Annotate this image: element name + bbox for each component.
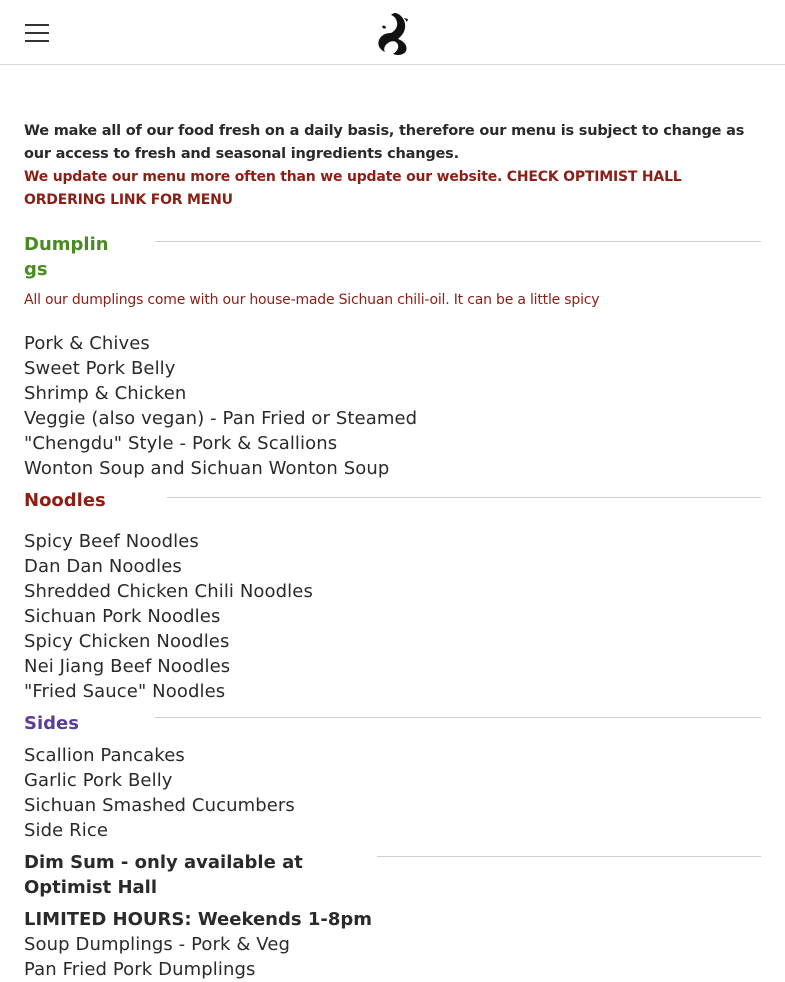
menu-item: Sweet Pork Belly: [24, 358, 176, 379]
section-divider: [155, 717, 761, 718]
hamburger-menu-icon[interactable]: [25, 24, 49, 42]
dimsum-list: Soup Dumplings - Pork & Veg Pan Fried Po…: [24, 932, 761, 982]
dumplings-note: All our dumplings come with our house-ma…: [24, 292, 600, 308]
dumplings-section-header: Dumplings: [24, 232, 761, 282]
sides-section-header: Sides: [24, 711, 761, 736]
menu-item: Spicy Chicken Noodles: [24, 631, 230, 652]
menu-item: Garlic Pork Belly: [24, 770, 173, 791]
menu-item: Pan Fried Pork Dumplings: [24, 959, 256, 980]
section-title-sides: Sides: [24, 713, 79, 734]
menu-item: Nei Jiang Beef Noodles: [24, 656, 231, 677]
restaurant-logo-icon[interactable]: [374, 10, 412, 56]
section-title-dumplings: Dumplings: [24, 234, 109, 280]
section-title-dimsum: Dim Sum - only available at Optimist Hal…: [24, 852, 303, 898]
menu-item: Wonton Soup and Sichuan Wonton Soup: [24, 458, 390, 479]
dimsum-section-header: Dim Sum - only available at Optimist Hal…: [24, 850, 761, 900]
noodles-section-header: Noodles: [24, 488, 761, 513]
menu-item: Pork & Chives: [24, 333, 150, 354]
menu-item: Side Rice: [24, 820, 109, 841]
menu-item: "Fried Sauce" Noodles: [24, 681, 226, 702]
section-divider: [155, 241, 761, 242]
site-header: [0, 0, 785, 65]
menu-item: Dan Dan Noodles: [24, 556, 182, 577]
menu-item: Shredded Chicken Chili Noodles: [24, 581, 313, 602]
menu-item: Soup Dumplings - Pork & Veg: [24, 934, 291, 955]
menu-item: Sichuan Pork Noodles: [24, 606, 221, 627]
menu-content: We make all of our food fresh on a daily…: [24, 120, 761, 982]
noodles-list: Spicy Beef Noodles Dan Dan Noodles Shred…: [24, 529, 761, 704]
dumplings-list: Pork & Chives Sweet Pork Belly Shrimp & …: [24, 331, 761, 481]
menu-item: Shrimp & Chicken: [24, 383, 187, 404]
menu-item: Scallion Pancakes: [24, 745, 185, 766]
sides-list: Scallion Pancakes Garlic Pork Belly Sich…: [24, 743, 761, 843]
section-divider: [167, 497, 761, 498]
menu-item: "Chengdu" Style - Pork & Scallions: [24, 433, 338, 454]
intro-text: We make all of our food fresh on a daily…: [24, 123, 745, 162]
menu-item: Sichuan Smashed Cucumbers: [24, 795, 295, 816]
section-divider: [377, 856, 761, 857]
section-title-noodles: Noodles: [24, 490, 106, 511]
dimsum-hours: LIMITED HOURS: Weekends 1-8pm: [24, 909, 372, 930]
menu-item: Veggie (also vegan) - Pan Fried or Steam…: [24, 408, 418, 429]
ordering-notice: We update our menu more often than we up…: [24, 169, 682, 208]
menu-item: Spicy Beef Noodles: [24, 531, 199, 552]
